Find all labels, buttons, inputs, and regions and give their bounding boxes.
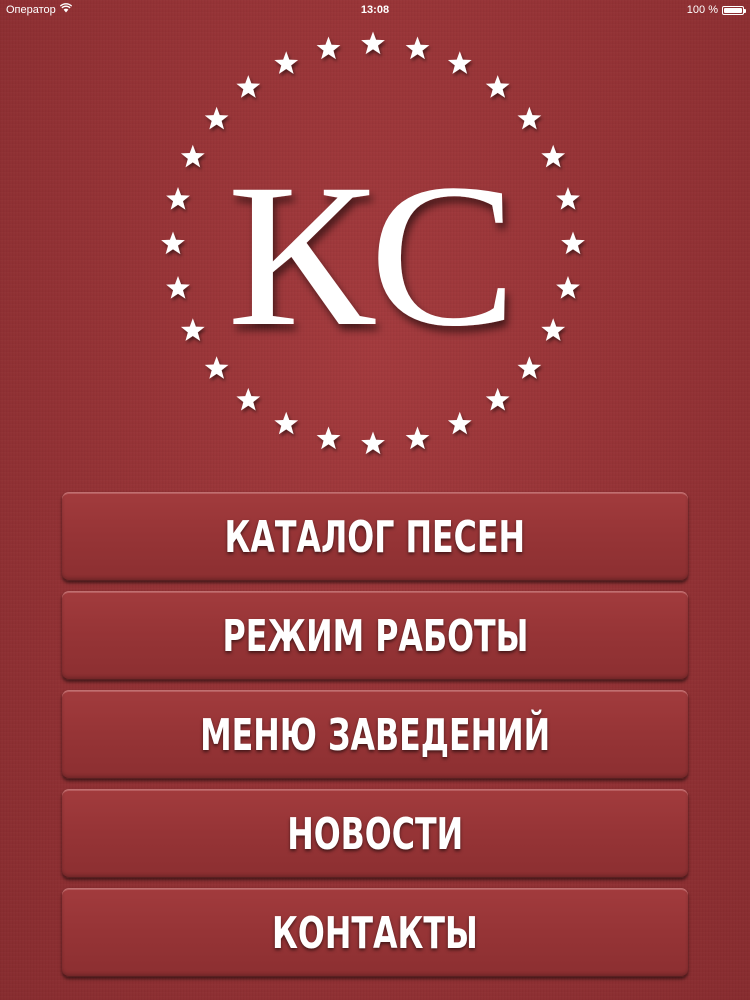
star-icon [236, 75, 261, 98]
menu-button-label: РЕЖИМ РАБОТЫ [222, 611, 528, 662]
menu-button-opening-hours[interactable]: РЕЖИМ РАБОТЫ [62, 591, 688, 680]
menu-button-label: КОНТАКТЫ [272, 908, 478, 959]
star-icon [447, 51, 472, 74]
logo: КС [160, 30, 590, 460]
star-icon [166, 276, 190, 299]
star-icon [161, 231, 185, 255]
logo-emblem: КС [161, 31, 585, 455]
star-icon [204, 106, 229, 130]
star-icon [485, 75, 510, 98]
star-icon [541, 144, 566, 168]
star-icon [405, 426, 430, 450]
star-icon [166, 187, 190, 210]
menu-button-venue-menu[interactable]: МЕНЮ ЗАВЕДЕНИЙ [62, 690, 688, 779]
battery-icon [722, 5, 746, 15]
logo-monogram: КС [227, 142, 517, 369]
star-icon [236, 387, 261, 411]
battery-fill [724, 7, 742, 13]
menu-button-contacts[interactable]: КОНТАКТЫ [62, 888, 688, 977]
star-icon [556, 187, 580, 210]
star-icon [316, 36, 341, 60]
star-icon [405, 36, 430, 60]
star-icon [316, 426, 341, 450]
menu-button-news[interactable]: НОВОСТИ [62, 789, 688, 878]
status-time: 13:08 [360, 4, 390, 16]
star-icon [180, 318, 205, 341]
menu-button-label: НОВОСТИ [287, 809, 463, 860]
battery-percent: 100 % [686, 4, 718, 16]
menu-button-label: МЕНЮ ЗАВЕДЕНИЙ [199, 710, 551, 761]
star-icon [447, 411, 472, 435]
star-icon [274, 51, 299, 74]
star-icon [180, 144, 205, 168]
menu-button-label: КАТАЛОГ ПЕСЕН [224, 512, 526, 563]
star-icon [541, 318, 566, 341]
star-icon [361, 431, 385, 455]
status-right: 100 % [686, 0, 746, 20]
status-bar: Оператор 13:08 100 % [0, 0, 750, 20]
star-icon [361, 31, 385, 55]
star-icon [204, 356, 229, 379]
star-icon [556, 276, 580, 299]
main-menu: КАТАЛОГ ПЕСЕН РЕЖИМ РАБОТЫ МЕНЮ ЗАВЕДЕНИ… [62, 492, 688, 987]
menu-button-song-catalog[interactable]: КАТАЛОГ ПЕСЕН [62, 492, 688, 581]
star-icon [517, 356, 542, 379]
star-icon [274, 411, 299, 435]
star-icon [485, 387, 510, 411]
star-icon [561, 231, 585, 255]
star-icon [517, 106, 542, 130]
